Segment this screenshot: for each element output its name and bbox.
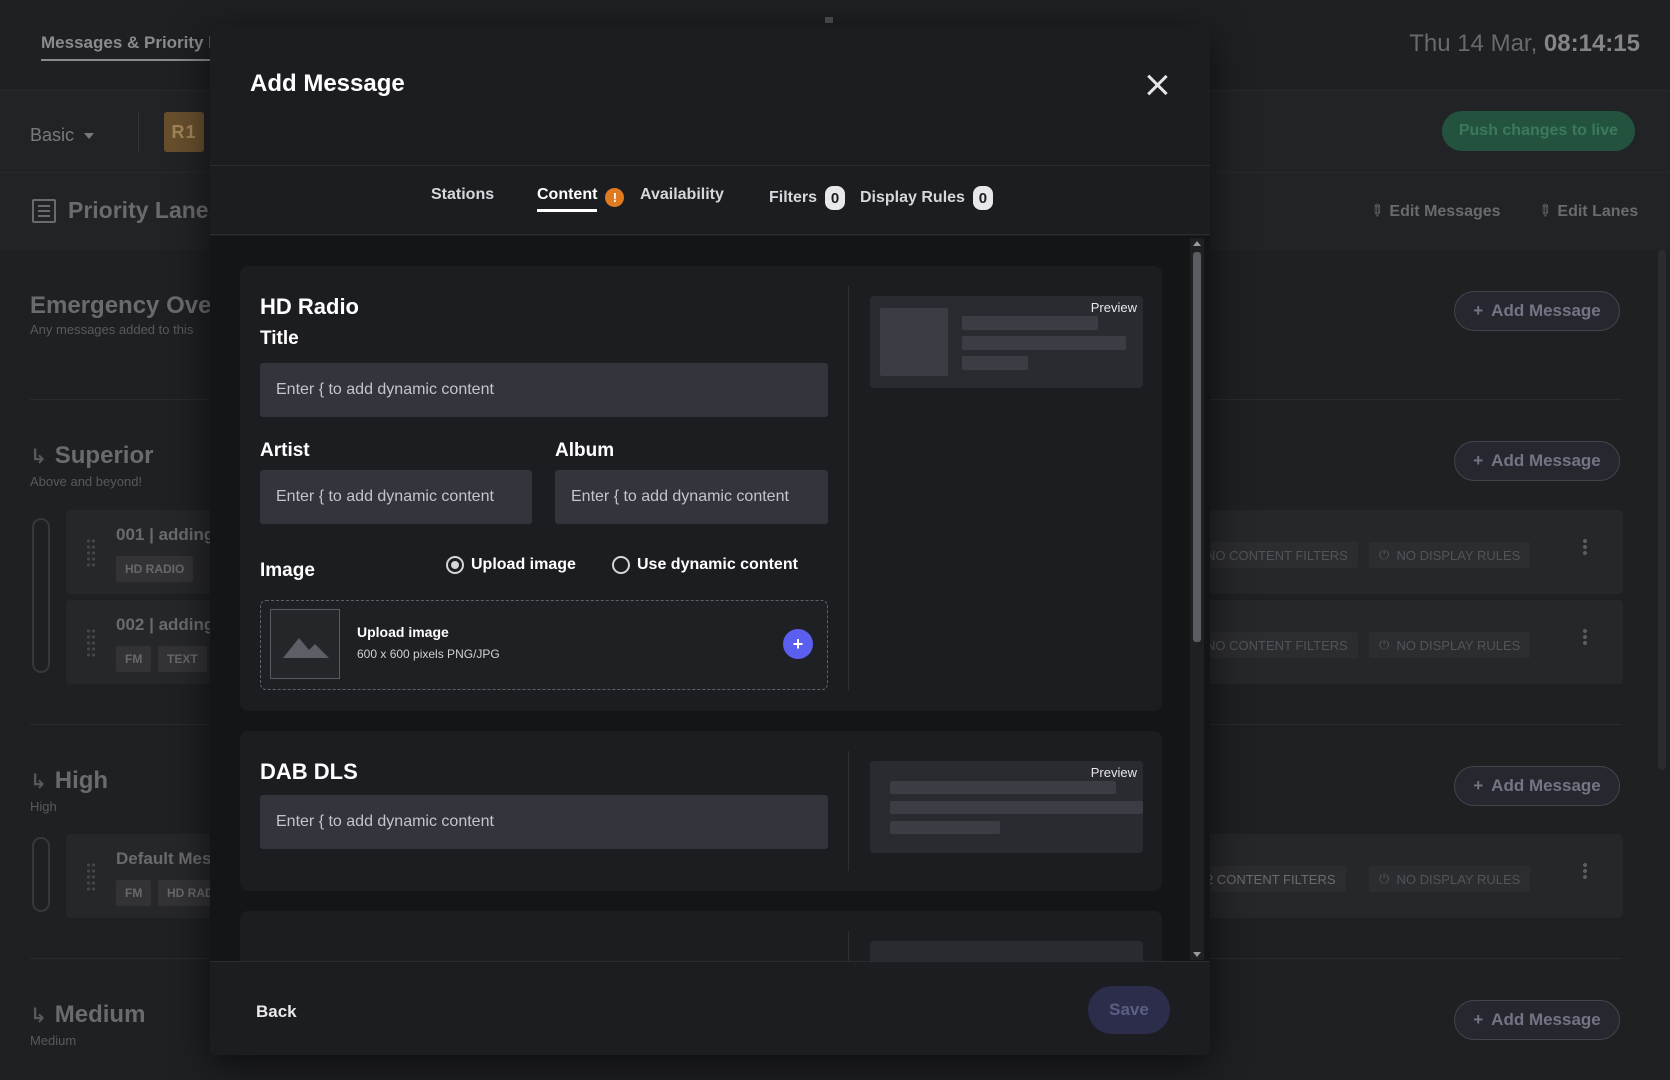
preview-line-skeleton <box>890 801 1143 814</box>
dab-dls-heading: DAB DLS <box>260 759 358 784</box>
preview-line-skeleton <box>962 336 1126 350</box>
image-upload-dropzone[interactable]: Upload image 600 x 600 pixels PNG/JPG + <box>260 600 828 690</box>
dab-dls-preview: Preview <box>870 761 1143 853</box>
preview-label: Preview <box>1090 300 1137 315</box>
upload-image-radio[interactable]: Upload image <box>446 556 576 574</box>
title-label: Title <box>260 328 299 349</box>
tab-content-label: Content <box>537 186 598 212</box>
scroll-up-icon[interactable] <box>1193 241 1201 246</box>
artist-label: Artist <box>260 440 310 461</box>
dab-dls-input[interactable] <box>260 795 828 849</box>
next-preview <box>870 941 1143 961</box>
modal-header: Add Message <box>210 25 1210 165</box>
modal-scrollbar[interactable] <box>1190 238 1204 960</box>
panel-divider <box>848 751 849 871</box>
image-label: Image <box>260 560 315 581</box>
next-content-panel <box>240 911 1162 961</box>
warning-icon: ! <box>605 188 625 207</box>
modal-title: Add Message <box>250 70 405 97</box>
tab-filters[interactable]: Filters 0 <box>769 186 846 210</box>
modal-tabs: Stations Content ! Availability Filters … <box>210 165 1210 235</box>
close-icon[interactable] <box>1142 70 1172 100</box>
mountain-icon <box>283 638 329 658</box>
preview-line-skeleton <box>890 821 1000 834</box>
tab-display-rules[interactable]: Display Rules 0 <box>860 186 993 210</box>
hd-radio-preview: Preview <box>870 296 1143 388</box>
scroll-down-icon[interactable] <box>1193 952 1201 957</box>
filters-count-badge: 0 <box>825 186 846 210</box>
hd-radio-panel: HD Radio Title Artist Album Image Upload… <box>240 266 1162 711</box>
dynamic-content-radio-label: Use dynamic content <box>637 556 798 573</box>
tab-availability-label: Availability <box>640 186 724 203</box>
tab-filters-label: Filters <box>769 189 818 206</box>
back-button[interactable]: Back <box>256 1002 297 1022</box>
title-input[interactable] <box>260 363 828 417</box>
add-message-modal: Add Message Stations Content ! Availabil… <box>210 25 1210 1055</box>
tab-stations-label: Stations <box>431 186 495 203</box>
upload-image-radio-label: Upload image <box>471 556 576 573</box>
tab-display-rules-label: Display Rules <box>860 189 965 206</box>
scrollbar-thumb[interactable] <box>1193 252 1201 642</box>
image-placeholder-icon <box>270 609 340 679</box>
modal-footer: Back Save <box>210 961 1210 1055</box>
tab-availability[interactable]: Availability <box>640 186 724 204</box>
radio-unchecked-icon <box>612 556 630 574</box>
preview-line-skeleton <box>962 316 1098 330</box>
preview-line-skeleton <box>890 781 1116 794</box>
display-rules-count-badge: 0 <box>972 186 993 210</box>
dynamic-content-radio[interactable]: Use dynamic content <box>612 556 798 574</box>
panel-divider <box>848 931 849 961</box>
preview-artwork-skeleton <box>880 308 948 376</box>
panel-divider <box>848 286 849 691</box>
tab-content[interactable]: Content ! <box>537 186 625 212</box>
preview-label: Preview <box>1090 765 1137 780</box>
upload-hint: 600 x 600 pixels PNG/JPG <box>357 647 500 661</box>
plus-icon: + <box>792 633 804 654</box>
hd-radio-heading: HD Radio <box>260 294 359 319</box>
preview-line-skeleton <box>962 356 1028 370</box>
upload-title: Upload image <box>357 624 449 640</box>
album-input[interactable] <box>555 470 828 524</box>
album-label: Album <box>555 440 615 461</box>
modal-body: HD Radio Title Artist Album Image Upload… <box>210 236 1210 961</box>
radio-checked-icon <box>446 556 464 574</box>
dab-dls-panel: DAB DLS Preview <box>240 731 1162 891</box>
tab-stations[interactable]: Stations <box>431 186 494 204</box>
add-image-button[interactable]: + <box>783 629 813 659</box>
artist-input[interactable] <box>260 470 532 524</box>
save-button[interactable]: Save <box>1088 986 1170 1034</box>
